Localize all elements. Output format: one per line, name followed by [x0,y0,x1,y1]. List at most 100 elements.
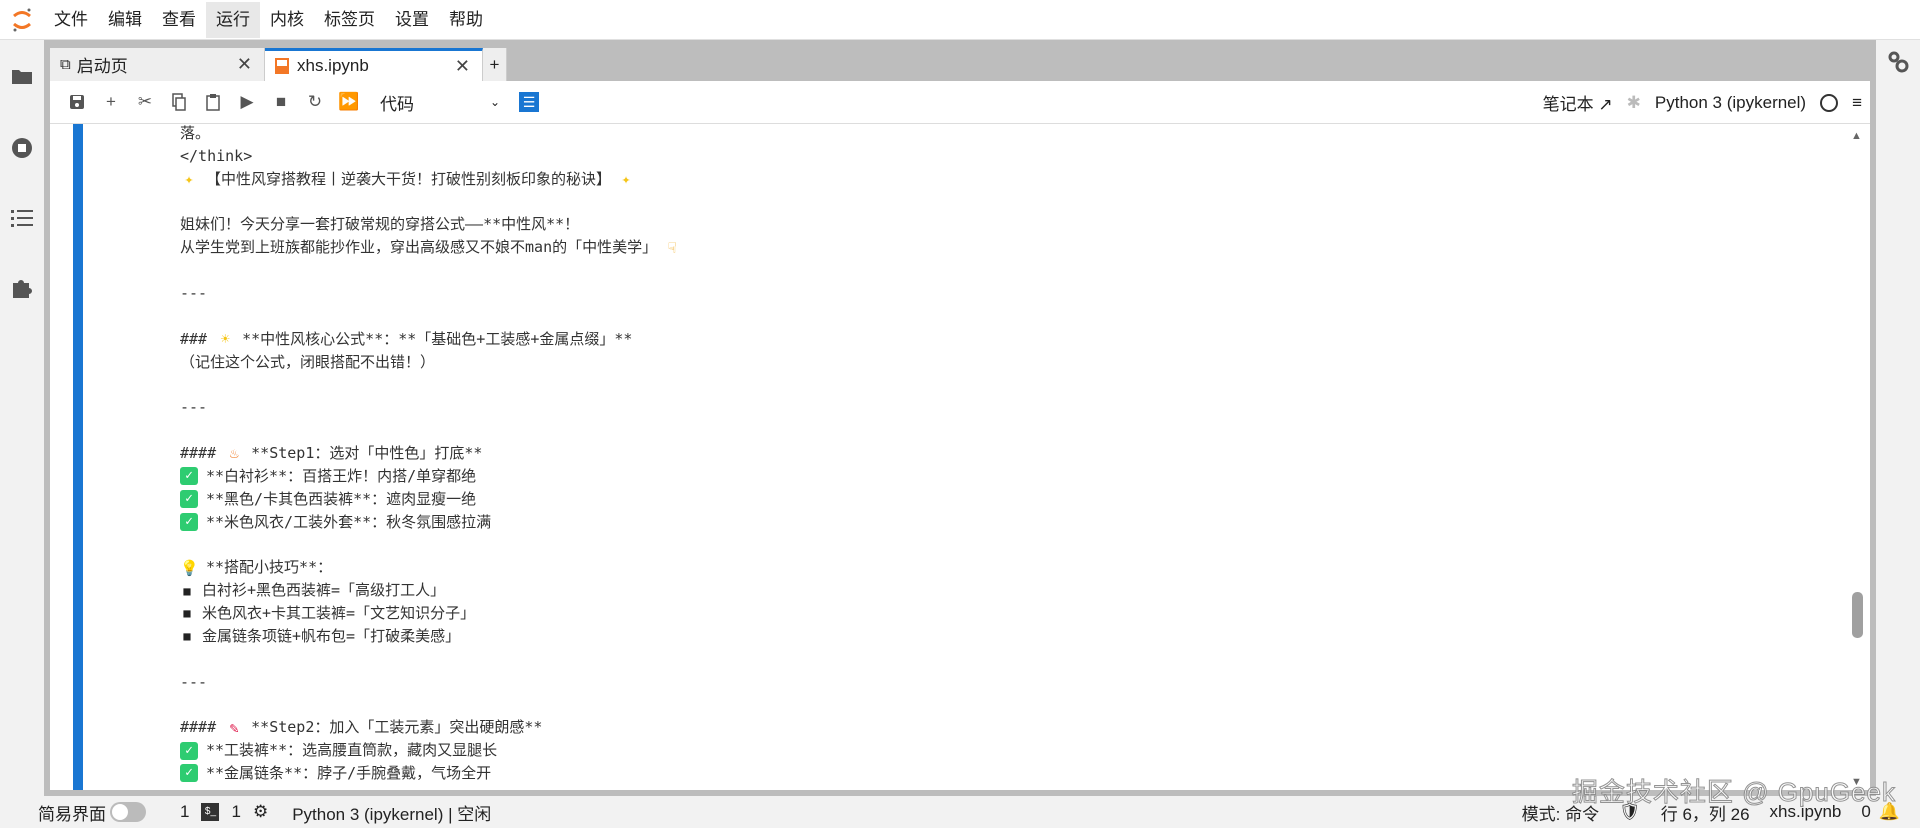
markdown-prefix: ### [180,329,217,348]
sun-icon: ☀ [220,330,230,349]
kernel-idle-circle-icon [1820,93,1839,112]
tab-notebook[interactable]: xhs.ipynb ✕ [265,48,483,81]
text-line: ■ 白衬衫+黑色西装裤=「高级打工人」 [180,579,689,602]
line-text: 金属链条项链+帆布包=「打破柔美感」 [202,626,461,645]
kernel-name-button[interactable]: Python 3 (ipykernel) [1655,93,1806,113]
text-line [180,373,689,396]
sparkle-icon: ✦ [184,170,194,189]
menu-help[interactable]: 帮助 [439,2,493,38]
line-text: **白衬衫**：百搭王炸！内搭/单穿都绝 [206,466,477,485]
running-stop-icon[interactable] [10,136,34,160]
close-icon[interactable]: ✕ [455,56,470,77]
folder-icon[interactable] [10,64,34,88]
notebook-label: 笔记本 [1542,95,1594,114]
kernel-status[interactable]: Python 3 (ipykernel) | 空闲 [292,800,491,825]
notebook-panel: + ✂ ▶ ■ ↻ ⏩ 代码 ⌄ ☰ 笔记本 ↗ ✱ Python 3 (ipy… [50,81,1870,790]
text-line [180,693,689,716]
bullet-icon: ■ [183,629,191,644]
open-in-notebook-button[interactable]: 笔记本 ↗ [1543,90,1613,115]
active-cell-indicator [73,124,83,790]
text-line: ✓ **工装裤**：选高腰直筒款，藏肉又显腿长 [180,739,689,762]
paste-button[interactable] [196,87,230,117]
line-text: 姐妹们！今天分享一套打破常规的穿搭公式——**中性风**！ [180,215,580,234]
menu-settings[interactable]: 设置 [385,2,439,38]
text-line: 落。 [180,124,689,145]
cell-output: 落。 </think> ✦ 【中性风穿搭教程丨逆袭大干货！打破性别刻板印象的秘诀】 ✦ 姐… [180,124,689,785]
check-icon: ✓ [180,490,198,509]
text-line: --- [180,671,689,694]
line-text: </think> [180,146,253,165]
jupyter-logo-icon [0,0,44,40]
bullet-icon: ■ [183,606,191,621]
line-text: 落。 [180,124,211,142]
line-text: **Step2：加入「工装元素」突出硬朗感** [251,718,543,737]
tab-label: 启动页 [76,57,128,76]
memo-icon: ✎ [229,718,239,737]
text-line [180,533,689,556]
line-text: --- [180,284,208,303]
terminal-count[interactable]: 1 [180,802,189,822]
text-line [180,191,689,214]
kernel-count[interactable]: 1 [231,802,240,822]
check-icon: ✓ [180,764,198,783]
line-text: **Step1：选对「中性色」打底** [251,444,483,463]
menu-hamburger-icon[interactable]: ≡ [1852,93,1862,113]
restart-button[interactable]: ↻ [298,87,332,117]
menu-tabs[interactable]: 标签页 [314,2,385,38]
simple-mode-label: 简易界面 [38,804,106,824]
new-tab-button[interactable]: + [483,48,507,81]
close-icon[interactable]: ✕ [237,54,252,75]
markdown-prefix: #### [180,444,226,463]
extensions-puzzle-icon[interactable] [10,276,34,300]
tab-launcher[interactable]: ⧉ 启动页 ✕ [50,48,265,81]
menu-edit[interactable]: 编辑 [98,2,152,38]
line-text: **中性风核心公式**：**「基础色+工装感+金属点缀」** [242,329,633,348]
text-line: 从学生党到上班族都能抄作业，穿出高级感又不娘不man的「中性美学」 ☟ [180,236,689,259]
hand-icon: ☟ [667,238,677,257]
save-button[interactable] [60,87,94,117]
cell-type-select[interactable]: 代码 ⌄ [380,90,500,115]
line-text: 米色风衣+卡其工装裤=「文艺知识分子」 [202,604,476,623]
tab-label: xhs.ipynb [297,56,369,75]
right-sidebar [1876,40,1920,796]
text-line: ✓ **金属链条**：脖子/手腕叠戴，气场全开 [180,762,689,785]
property-inspector-button[interactable]: ☰ [512,87,546,117]
tab-bar: ⧉ 启动页 ✕ xhs.ipynb ✕ + [50,48,507,81]
text-line: ✓ **黑色/卡其色西装裤**：遮肉显瘦一绝 [180,488,689,511]
check-icon: ✓ [180,467,198,486]
check-icon: ✓ [180,513,198,532]
insert-cell-button[interactable]: + [94,87,128,117]
text-line: 姐妹们！今天分享一套打破常规的穿搭公式——**中性风**！ [180,213,689,236]
scroll-up-arrow-icon[interactable]: ▲ [1851,130,1862,142]
bullet-icon: ■ [183,583,191,598]
run-all-button[interactable]: ⏩ [332,87,366,117]
scrollbar-thumb[interactable] [1852,592,1863,638]
line-text: **工装裤**：选高腰直筒款，藏肉又显腿长 [206,741,498,760]
property-inspector-gears-icon[interactable] [1886,50,1910,74]
cut-button[interactable]: ✂ [128,87,162,117]
table-of-contents-icon[interactable] [10,206,34,230]
debugger-bug-icon[interactable]: ✱ [1627,93,1641,113]
simple-mode-toggle[interactable] [110,802,146,822]
text-line: ■ 米色风衣+卡其工装裤=「文艺知识分子」 [180,602,689,625]
text-line: #### ♨ **Step1：选对「中性色」打底** [180,442,689,465]
copy-button[interactable] [162,87,196,117]
stop-button[interactable]: ■ [264,87,298,117]
menu-kernel[interactable]: 内核 [260,2,314,38]
menu-run[interactable]: 运行 [206,1,260,38]
text-line: （记住这个公式，闭眼搭配不出错！） [180,351,689,374]
text-line: 💡 **搭配小技巧**： [180,556,689,579]
menu-bar: 文件 编辑 查看 运行 内核 标签页 设置 帮助 [0,0,1920,40]
check-icon: ✓ [180,741,198,760]
line-text: 从学生党到上班族都能抄作业，穿出高级感又不娘不man的「中性美学」 [180,238,658,257]
fire-icon: ♨ [229,444,239,463]
text-line: ### ☀ **中性风核心公式**：**「基础色+工装感+金属点缀」** [180,328,689,351]
vertical-scrollbar[interactable]: ▲ ▼ [1849,124,1865,790]
run-button[interactable]: ▶ [230,87,264,117]
text-line: </think> [180,145,689,168]
line-text: --- [180,398,208,417]
text-line: ■ 金属链条项链+帆布包=「打破柔美感」 [180,625,689,648]
menu-file[interactable]: 文件 [44,2,98,38]
text-line: --- [180,396,689,419]
menu-view[interactable]: 查看 [152,2,206,38]
